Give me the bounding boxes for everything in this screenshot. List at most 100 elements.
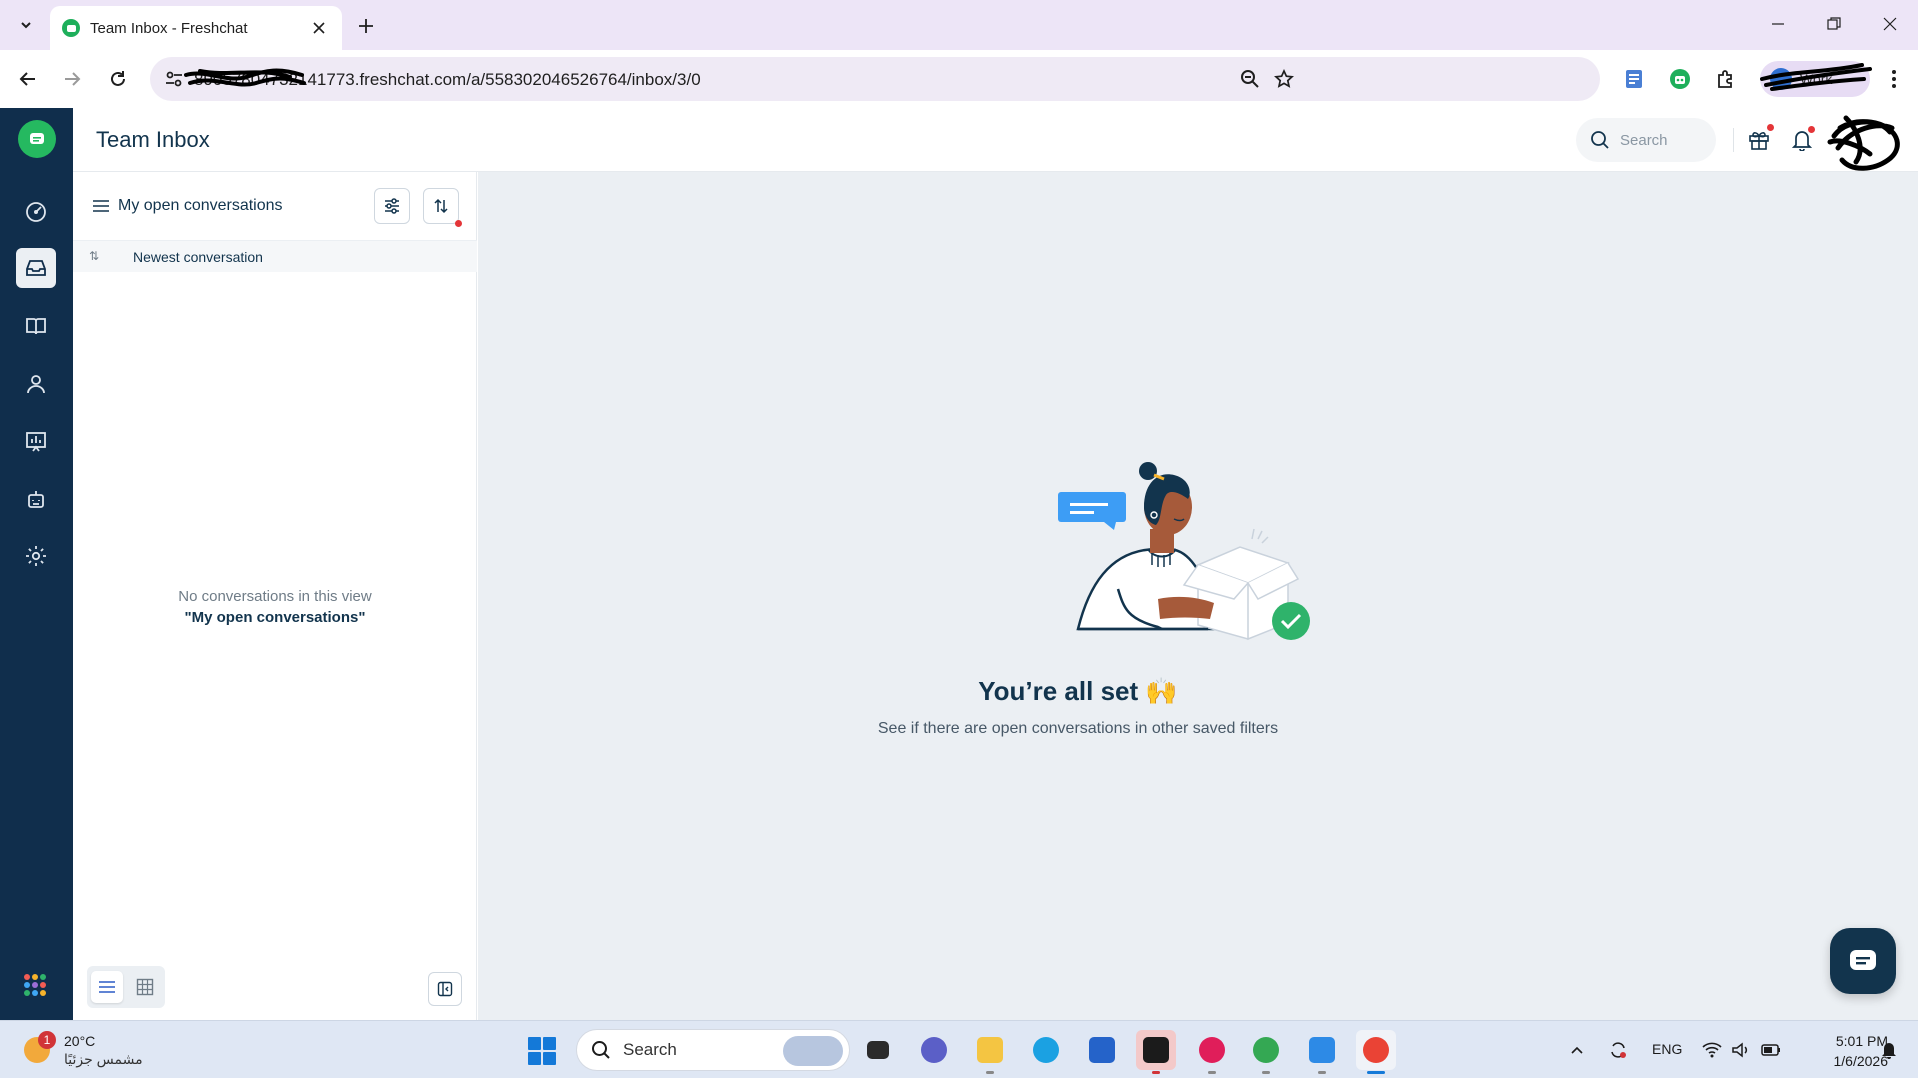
conversation-list-panel: My open conversations ⇅ Newest conversat… [73, 172, 477, 1020]
battery-tray-icon[interactable] [1756, 1030, 1786, 1070]
all-set-illustration [1058, 462, 1310, 641]
nav-knowledge-base[interactable] [16, 306, 56, 346]
tab-close-button[interactable] [308, 17, 330, 39]
taskbar-search[interactable]: Search [576, 1029, 850, 1071]
weather-description: مشمس جزئيًا [64, 1051, 143, 1067]
tray-overflow-button[interactable] [1560, 1030, 1594, 1070]
bell-icon [1882, 1043, 1896, 1059]
gift-icon [1749, 132, 1769, 150]
task-view-app[interactable] [858, 1030, 898, 1070]
app-sidebar [0, 108, 73, 1020]
robot-extension-icon [1670, 69, 1690, 89]
browser-tab-bar: Team Inbox - Freshchat [0, 0, 1918, 50]
language-indicator[interactable]: ENG [1652, 1041, 1682, 1057]
chat-bubble-icon [30, 133, 44, 144]
header-divider [1733, 128, 1734, 152]
empty-list-message: No conversations in this view "My open c… [73, 588, 477, 626]
sticky-notes-app[interactable] [1136, 1030, 1176, 1074]
nav-reports[interactable] [16, 422, 56, 462]
speaker-icon [1732, 1042, 1748, 1058]
arrow-right-icon [65, 72, 81, 86]
filter-sliders-icon [385, 198, 399, 214]
chat-widget-button[interactable] [1830, 928, 1896, 994]
nav-settings[interactable] [16, 536, 56, 576]
teams-app[interactable] [914, 1030, 954, 1070]
more-vertical-icon [1892, 70, 1896, 88]
tab-search-button[interactable] [10, 10, 42, 40]
zoom-button[interactable] [1236, 65, 1264, 93]
global-search-input[interactable]: Search [1576, 118, 1716, 162]
hamburger-menu-icon[interactable] [91, 196, 111, 216]
empty-state-title: You’re all set 🙌 [978, 676, 1178, 706]
wifi-tray-icon[interactable] [1696, 1030, 1728, 1070]
address-bar[interactable]: 89057804732141773.freshchat.com/a/558302… [150, 57, 1600, 101]
view-title[interactable]: My open conversations [118, 197, 283, 215]
forward-button[interactable] [56, 63, 88, 95]
book-icon [26, 318, 46, 335]
nav-dashboard[interactable] [16, 192, 56, 232]
reload-button[interactable] [102, 63, 134, 95]
puzzle-icon [1718, 70, 1732, 88]
extensions-button[interactable] [1710, 63, 1742, 95]
battery-icon [1761, 1044, 1780, 1056]
notification-center-button[interactable] [1874, 1030, 1904, 1070]
search-placeholder: Search [1620, 131, 1668, 149]
windows-start-icon[interactable] [528, 1037, 556, 1065]
extension-docs-button[interactable] [1618, 63, 1650, 95]
minimize-icon [1772, 23, 1784, 25]
redaction-scribble [1760, 63, 1872, 91]
sort-arrows-icon [434, 198, 448, 214]
search-icon [592, 1041, 610, 1059]
chrome-work-app[interactable] [1356, 1030, 1396, 1074]
close-window-button[interactable] [1868, 8, 1912, 40]
sync-tray-icon[interactable] [1600, 1030, 1636, 1070]
new-tab-button[interactable] [352, 12, 380, 40]
freshchat-favicon-icon [62, 19, 80, 37]
photos-app[interactable] [1302, 1030, 1342, 1074]
whats-new-button[interactable] [1743, 124, 1775, 156]
zoom-out-icon [1241, 70, 1259, 88]
table-view-button[interactable] [129, 971, 161, 1003]
apps-grid-icon[interactable] [24, 974, 46, 996]
notifications-button[interactable] [1786, 124, 1818, 156]
weather-temperature: 20°C [64, 1033, 96, 1049]
volume-tray-icon[interactable] [1726, 1030, 1756, 1070]
browser-menu-button[interactable] [1880, 63, 1908, 95]
freshchat-logo[interactable] [18, 120, 56, 158]
back-button[interactable] [12, 63, 44, 95]
nav-inbox[interactable] [16, 248, 56, 288]
slack-app[interactable] [1192, 1030, 1232, 1074]
taskbar-search-label: Search [623, 1040, 677, 1059]
reload-icon [111, 71, 125, 86]
profile-button[interactable]: Work [1760, 61, 1872, 97]
wifi-icon [1702, 1042, 1722, 1058]
store-app[interactable] [1082, 1030, 1122, 1070]
edge-app[interactable] [1026, 1030, 1066, 1070]
nav-bots[interactable] [16, 480, 56, 520]
list-view-button[interactable] [91, 971, 123, 1003]
weather-badge: 1 [38, 1031, 56, 1049]
star-icon [1274, 69, 1294, 88]
app-header: Team Inbox Search [73, 108, 1918, 172]
nav-contacts[interactable] [16, 364, 56, 404]
chrome-app[interactable] [1246, 1030, 1286, 1074]
collapse-panel-button[interactable] [428, 972, 462, 1006]
bookmark-button[interactable] [1270, 65, 1298, 93]
empty-list-line2: "My open conversations" [184, 609, 366, 626]
extension-robot-button[interactable] [1664, 63, 1696, 95]
file-explorer-app[interactable] [970, 1030, 1010, 1074]
sort-button[interactable] [423, 188, 462, 227]
windows-taskbar: 1 20°C مشمس جزئيًا Search ENG 5:01 PM 1/… [0, 1020, 1918, 1078]
weather-widget[interactable]: 1 20°C مشمس جزئيًا [20, 1029, 180, 1071]
sort-order-row[interactable]: ⇅ Newest conversation [73, 240, 477, 272]
minimize-button[interactable] [1756, 8, 1800, 40]
restore-button[interactable] [1812, 8, 1856, 40]
user-avatar[interactable] [1820, 108, 1910, 172]
page-title: Team Inbox [96, 127, 210, 152]
filter-button[interactable] [374, 188, 410, 224]
tab-title: Team Inbox - Freshchat [90, 19, 248, 37]
close-icon [1883, 17, 1897, 31]
browser-tab[interactable]: Team Inbox - Freshchat [50, 6, 342, 50]
document-extension-icon [1626, 70, 1642, 88]
gear-icon [26, 546, 46, 566]
